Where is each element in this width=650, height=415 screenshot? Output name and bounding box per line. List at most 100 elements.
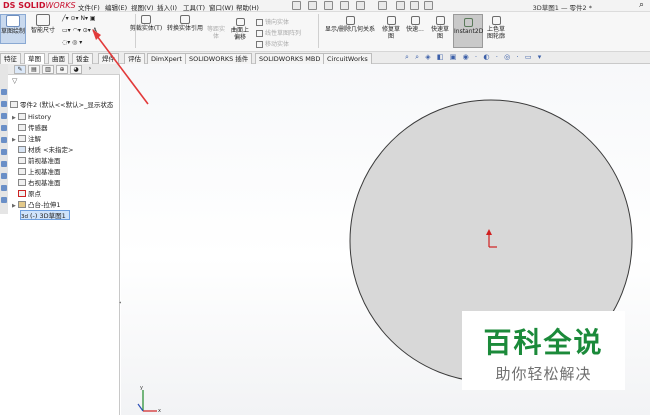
tree-material-label: 材质 <未指定> xyxy=(28,146,74,154)
smart-dimension-button[interactable]: 智能尺寸 xyxy=(28,14,58,34)
convert-entities-button[interactable]: 转换实体引用 xyxy=(163,15,207,32)
heads-up-view-toolbar[interactable]: ⌕ ⌕ ◈ ◧ ▣ ◉ · ◐ · ◎ · ▭ ▾ xyxy=(405,53,650,63)
instant2d-button[interactable]: Instant2D xyxy=(453,14,483,48)
menu-file[interactable]: 文件(F) xyxy=(78,2,100,12)
move-entities-button[interactable]: 移动实体 xyxy=(256,39,289,48)
shaded-sketch-icon xyxy=(491,16,501,25)
tab-circuitworks[interactable]: CircuitWorks xyxy=(323,53,372,64)
rectangle-tool[interactable]: ▭▾ ◠▾ ⊙▾ A xyxy=(62,27,97,34)
tab-surfaces[interactable]: 曲面 xyxy=(48,53,69,64)
strip-icon[interactable] xyxy=(1,149,7,155)
tree-item-sensors[interactable]: 传感器 xyxy=(12,123,48,133)
tree-boss-extrude-label: 凸台-拉伸1 xyxy=(28,201,61,209)
undo-icon[interactable] xyxy=(356,1,365,10)
rapid-sketch-button[interactable]: 快速草 图 xyxy=(428,16,452,40)
save-icon[interactable] xyxy=(324,1,333,10)
strip-icon[interactable] xyxy=(1,101,7,107)
repair-sketch-button[interactable]: 修复草 图 xyxy=(380,16,402,40)
mirror-entities-button[interactable]: 镜向实体 xyxy=(256,17,289,26)
tab-sheet-metal[interactable]: 钣金 xyxy=(72,53,93,64)
filter-icon[interactable]: ▽ xyxy=(12,77,17,85)
strip-icon[interactable] xyxy=(1,197,7,203)
tree-item-history[interactable]: ▶ History xyxy=(12,112,51,122)
strip-icon[interactable] xyxy=(1,113,7,119)
rapid-sketch-icon xyxy=(435,16,445,25)
tree-item-origin[interactable]: 原点 xyxy=(12,189,41,199)
display-relations-label: 显示/删除几何关系 xyxy=(324,26,376,33)
menu-help[interactable]: 帮助(H) xyxy=(236,2,259,12)
menu-view[interactable]: 视图(V) xyxy=(131,2,154,12)
tree-item-front-plane[interactable]: 前视基准面 xyxy=(12,156,61,166)
trim-entities-button[interactable]: 剪裁实体(T) xyxy=(126,15,166,32)
search-icon[interactable]: ⌕ xyxy=(639,0,644,10)
mirror-entities-label: 镜向实体 xyxy=(265,19,290,26)
menu-window[interactable]: 窗口(W) xyxy=(209,2,234,12)
tab-dimxpert[interactable]: DimXpert xyxy=(147,53,186,64)
offset-entities-label-2: 体 xyxy=(212,33,219,40)
tree-item-boss-extrude[interactable]: ▶ 凸台-拉伸1 xyxy=(12,200,60,210)
convert-entities-label: 转换实体引用 xyxy=(166,25,203,32)
strip-icon[interactable] xyxy=(1,173,7,179)
offset-on-surface-button[interactable]: 曲面上 偏移 xyxy=(228,18,252,41)
rapid-sketch-label-2: 图 xyxy=(436,33,443,40)
tree-sensors-label: 传感器 xyxy=(28,124,48,132)
quick-snaps-button[interactable]: 快速... xyxy=(404,16,426,33)
offset-entities-button[interactable]: 等距实 体 xyxy=(205,26,227,40)
strip-icon[interactable] xyxy=(1,161,7,167)
more-tabs-icon[interactable]: › xyxy=(84,65,96,74)
tab-solidworks-mbd[interactable]: SOLIDWORKS MBD xyxy=(255,53,325,64)
line-tool[interactable]: ╱▾ ⊙▾ Ν▾ ▣ xyxy=(62,15,96,22)
tree-origin-label: 原点 xyxy=(28,190,41,198)
offset-surface-icon xyxy=(235,18,245,26)
feature-tree-tab-icon[interactable]: ✎ xyxy=(14,65,26,74)
menu-insert[interactable]: 插入(I) xyxy=(157,2,177,12)
origin-icon xyxy=(18,190,26,197)
display-relations-button[interactable]: 显示/删除几何关系 xyxy=(322,16,378,33)
property-manager-tab-icon[interactable]: ▤ xyxy=(28,65,40,74)
strip-icon[interactable] xyxy=(1,125,7,131)
offset-on-surface-label-2: 偏移 xyxy=(233,34,246,41)
configuration-tab-icon[interactable]: ▥ xyxy=(42,65,54,74)
tree-item-material[interactable]: 材质 <未指定> xyxy=(12,145,73,155)
move-icon xyxy=(256,41,263,48)
tree-item-top-plane[interactable]: 上视基准面 xyxy=(12,167,61,177)
sketch-button[interactable]: 草图绘制 xyxy=(0,14,26,44)
tree-item-right-plane[interactable]: 右视基准面 xyxy=(12,178,61,188)
tab-weldments[interactable]: 焊件 xyxy=(98,53,119,64)
tree-history-label: History xyxy=(28,113,52,121)
tab-features[interactable]: 特征 xyxy=(0,53,21,64)
display-manager-tab-icon[interactable]: ◕ xyxy=(70,65,82,74)
menu-edit[interactable]: 编辑(E) xyxy=(105,2,127,12)
strip-icon[interactable] xyxy=(1,137,7,143)
tab-solidworks-addins[interactable]: SOLIDWORKS 插件 xyxy=(185,53,253,64)
smart-dimension-icon xyxy=(36,14,50,26)
options-icon[interactable] xyxy=(424,1,433,10)
slot-tool[interactable]: ◌▾ ◎ ▾ xyxy=(62,39,82,46)
strip-icon[interactable] xyxy=(1,89,7,95)
tree-item-annotations[interactable]: ▶ 注解 xyxy=(12,134,41,144)
linear-pattern-button[interactable]: 线性草图阵列 xyxy=(256,28,301,37)
plane-icon xyxy=(18,168,26,175)
tree-root-part[interactable]: 零件2 (默认<<默认>_显示状态 xyxy=(10,100,113,110)
rapid-sketch-label-1: 快速草 xyxy=(430,26,449,33)
select-icon[interactable] xyxy=(378,1,387,10)
offset-on-surface-label-1: 曲面上 xyxy=(230,27,249,34)
repair-sketch-label-2: 图 xyxy=(387,33,394,40)
shaded-sketch-contours-button[interactable]: 上色草 图轮廓 xyxy=(484,16,508,40)
tab-evaluate[interactable]: 评估 xyxy=(124,53,145,64)
tab-sketch[interactable]: 草图 xyxy=(24,53,45,64)
extrude-icon xyxy=(18,201,26,208)
new-document-icon[interactable] xyxy=(292,1,301,10)
linear-pattern-label: 线性草图阵列 xyxy=(265,30,302,37)
rebuild-icon[interactable] xyxy=(396,1,405,10)
print-icon[interactable] xyxy=(340,1,349,10)
plane-icon xyxy=(18,179,26,186)
file-properties-icon[interactable] xyxy=(410,1,419,10)
dimxpert-tab-icon[interactable]: ⊕ xyxy=(56,65,68,74)
sensor-icon xyxy=(18,124,26,131)
open-icon[interactable] xyxy=(308,1,317,10)
solidworks-logo[interactable]: DS SOLIDWORKS xyxy=(3,1,76,10)
menu-tools[interactable]: 工具(T) xyxy=(183,2,205,12)
tree-item-3d-sketch[interactable]: 3d (-) 3D草图1 xyxy=(20,210,70,220)
strip-icon[interactable] xyxy=(1,185,7,191)
